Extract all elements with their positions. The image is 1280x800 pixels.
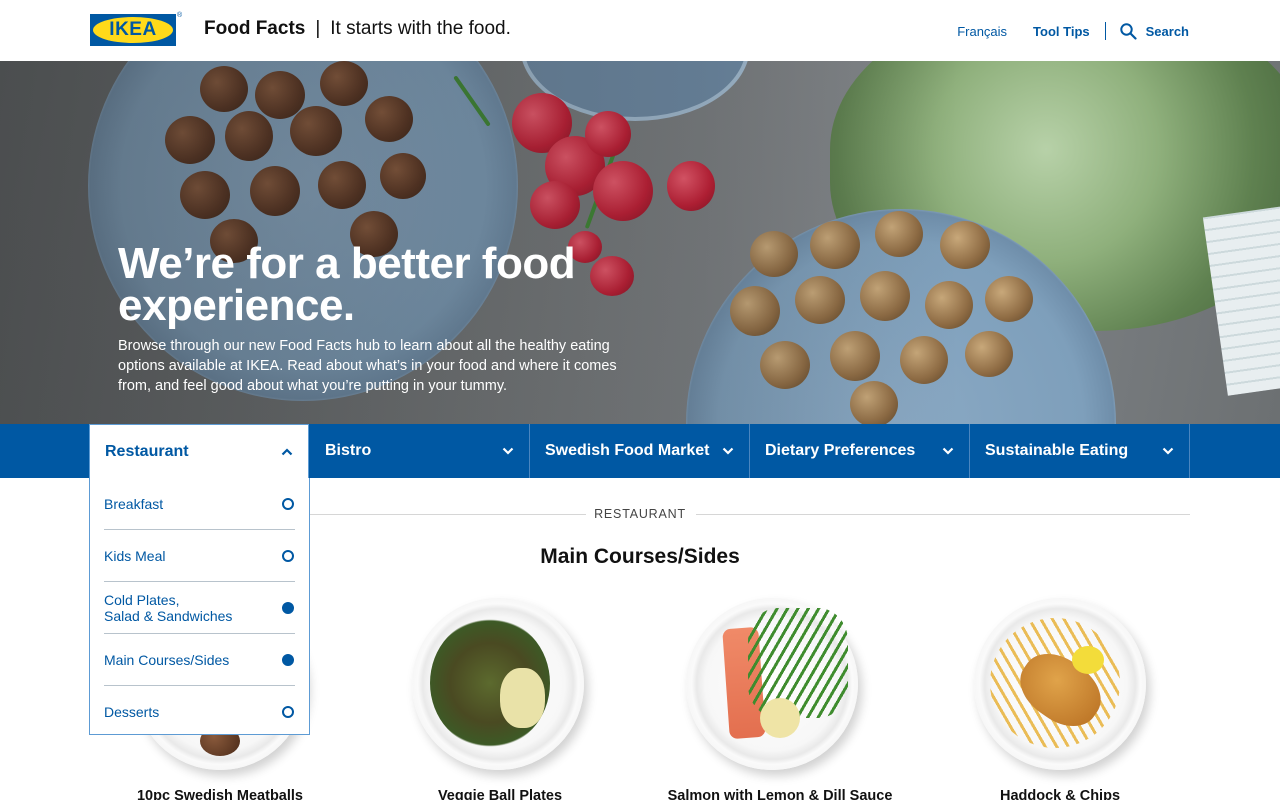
menu-item-breakfast[interactable]: Breakfast [104, 478, 295, 530]
tool-tips-link[interactable]: Tool Tips [1033, 24, 1090, 39]
dish-card[interactable]: Salmon with Lemon & Dill Sauce [650, 598, 910, 800]
radio-icon [282, 549, 294, 562]
lemon-wedge [1072, 646, 1104, 674]
tab-label: Sustainable Eating [985, 442, 1129, 459]
logo-text: IKEA [109, 19, 157, 40]
tab-label: Dietary Preferences [765, 442, 916, 459]
menu-item-desserts[interactable]: Desserts [104, 686, 295, 738]
sauce [500, 668, 545, 728]
search-link[interactable]: Search [1119, 22, 1189, 40]
dish-name: Veggie Ball Plates [437, 788, 563, 800]
tab-label: Restaurant [105, 443, 189, 460]
dish-name: 10pc Swedish Meatballs [136, 788, 303, 800]
menu-item-label-line2: Salad & Sandwiches [104, 607, 233, 624]
brand-name: Food Facts [204, 18, 306, 39]
logo-oval: IKEA [93, 17, 173, 43]
brand-title: Food Facts | It starts with the food. [204, 18, 511, 40]
dish-card[interactable]: Veggie Ball Plates [370, 598, 630, 800]
chevron-down-icon [502, 447, 514, 455]
dish-name: Haddock & Chips [999, 788, 1121, 800]
menu-item-label: Desserts [104, 704, 160, 720]
site-header: IKEA ® Food Facts | It starts with the foo… [0, 0, 1280, 61]
tab-bistro[interactable]: Bistro [310, 424, 530, 478]
registered-mark: ® [177, 12, 183, 19]
search-icon [1119, 22, 1137, 40]
restaurant-dropdown: Breakfast Kids Meal Cold Plates, Salad & … [89, 478, 310, 735]
chevron-down-icon [722, 447, 734, 455]
dish-card[interactable]: Haddock & Chips [930, 598, 1190, 800]
language-link[interactable]: Français [957, 24, 1007, 39]
brand-separator: | [315, 18, 321, 39]
menu-item-label-line1: Cold Plates, [104, 591, 180, 608]
radio-filled-icon [282, 653, 294, 666]
tab-swedish-food-market[interactable]: Swedish Food Market [530, 424, 750, 478]
hero-banner: We’re for a better food experience. Brow… [0, 61, 1280, 424]
dill-sauce [760, 698, 800, 738]
hero-description: Browse through our new Food Facts hub to… [118, 338, 617, 394]
tab-label: Bistro [325, 442, 372, 459]
section-label-row: RESTAURANT [310, 506, 1190, 524]
menu-item-main-courses[interactable]: Main Courses/Sides [104, 634, 295, 686]
divider-line [696, 514, 1190, 515]
menu-item-label: Main Courses/Sides [104, 651, 230, 668]
chevron-up-icon [281, 448, 293, 456]
menu-item-label: Kids Meal [104, 547, 166, 564]
chevron-down-icon [1162, 447, 1174, 455]
menu-item-kids-meal[interactable]: Kids Meal [104, 530, 295, 582]
top-nav: Français Tool Tips Search [957, 22, 1189, 40]
tab-sustainable-eating[interactable]: Sustainable Eating [970, 424, 1190, 478]
radio-icon [282, 497, 294, 510]
nav-divider [1104, 22, 1106, 40]
radio-filled-icon [282, 601, 294, 614]
menu-item-cold-plates[interactable]: Cold Plates, Salad & Sandwiches [104, 582, 295, 634]
tab-restaurant[interactable]: Restaurant [89, 424, 309, 479]
hero-title: We’re for a better food experience. [118, 239, 576, 330]
green-beans [748, 608, 848, 718]
section-title: Main Courses/Sides [540, 545, 740, 568]
radio-icon [282, 706, 294, 718]
menu-item-label: Breakfast [104, 495, 164, 512]
tab-label: Swedish Food Market [545, 442, 710, 459]
menu-item-label: Cold Plates, Salad & Sandwiches [104, 592, 232, 624]
ikea-logo[interactable]: IKEA [90, 14, 176, 46]
brand-tagline: It starts with the food. [330, 18, 511, 39]
chevron-down-icon [942, 447, 954, 455]
dish-name: Salmon with Lemon & Dill Sauce [667, 788, 893, 800]
search-label: Search [1145, 23, 1189, 39]
tab-dietary-preferences[interactable]: Dietary Preferences [750, 424, 970, 478]
